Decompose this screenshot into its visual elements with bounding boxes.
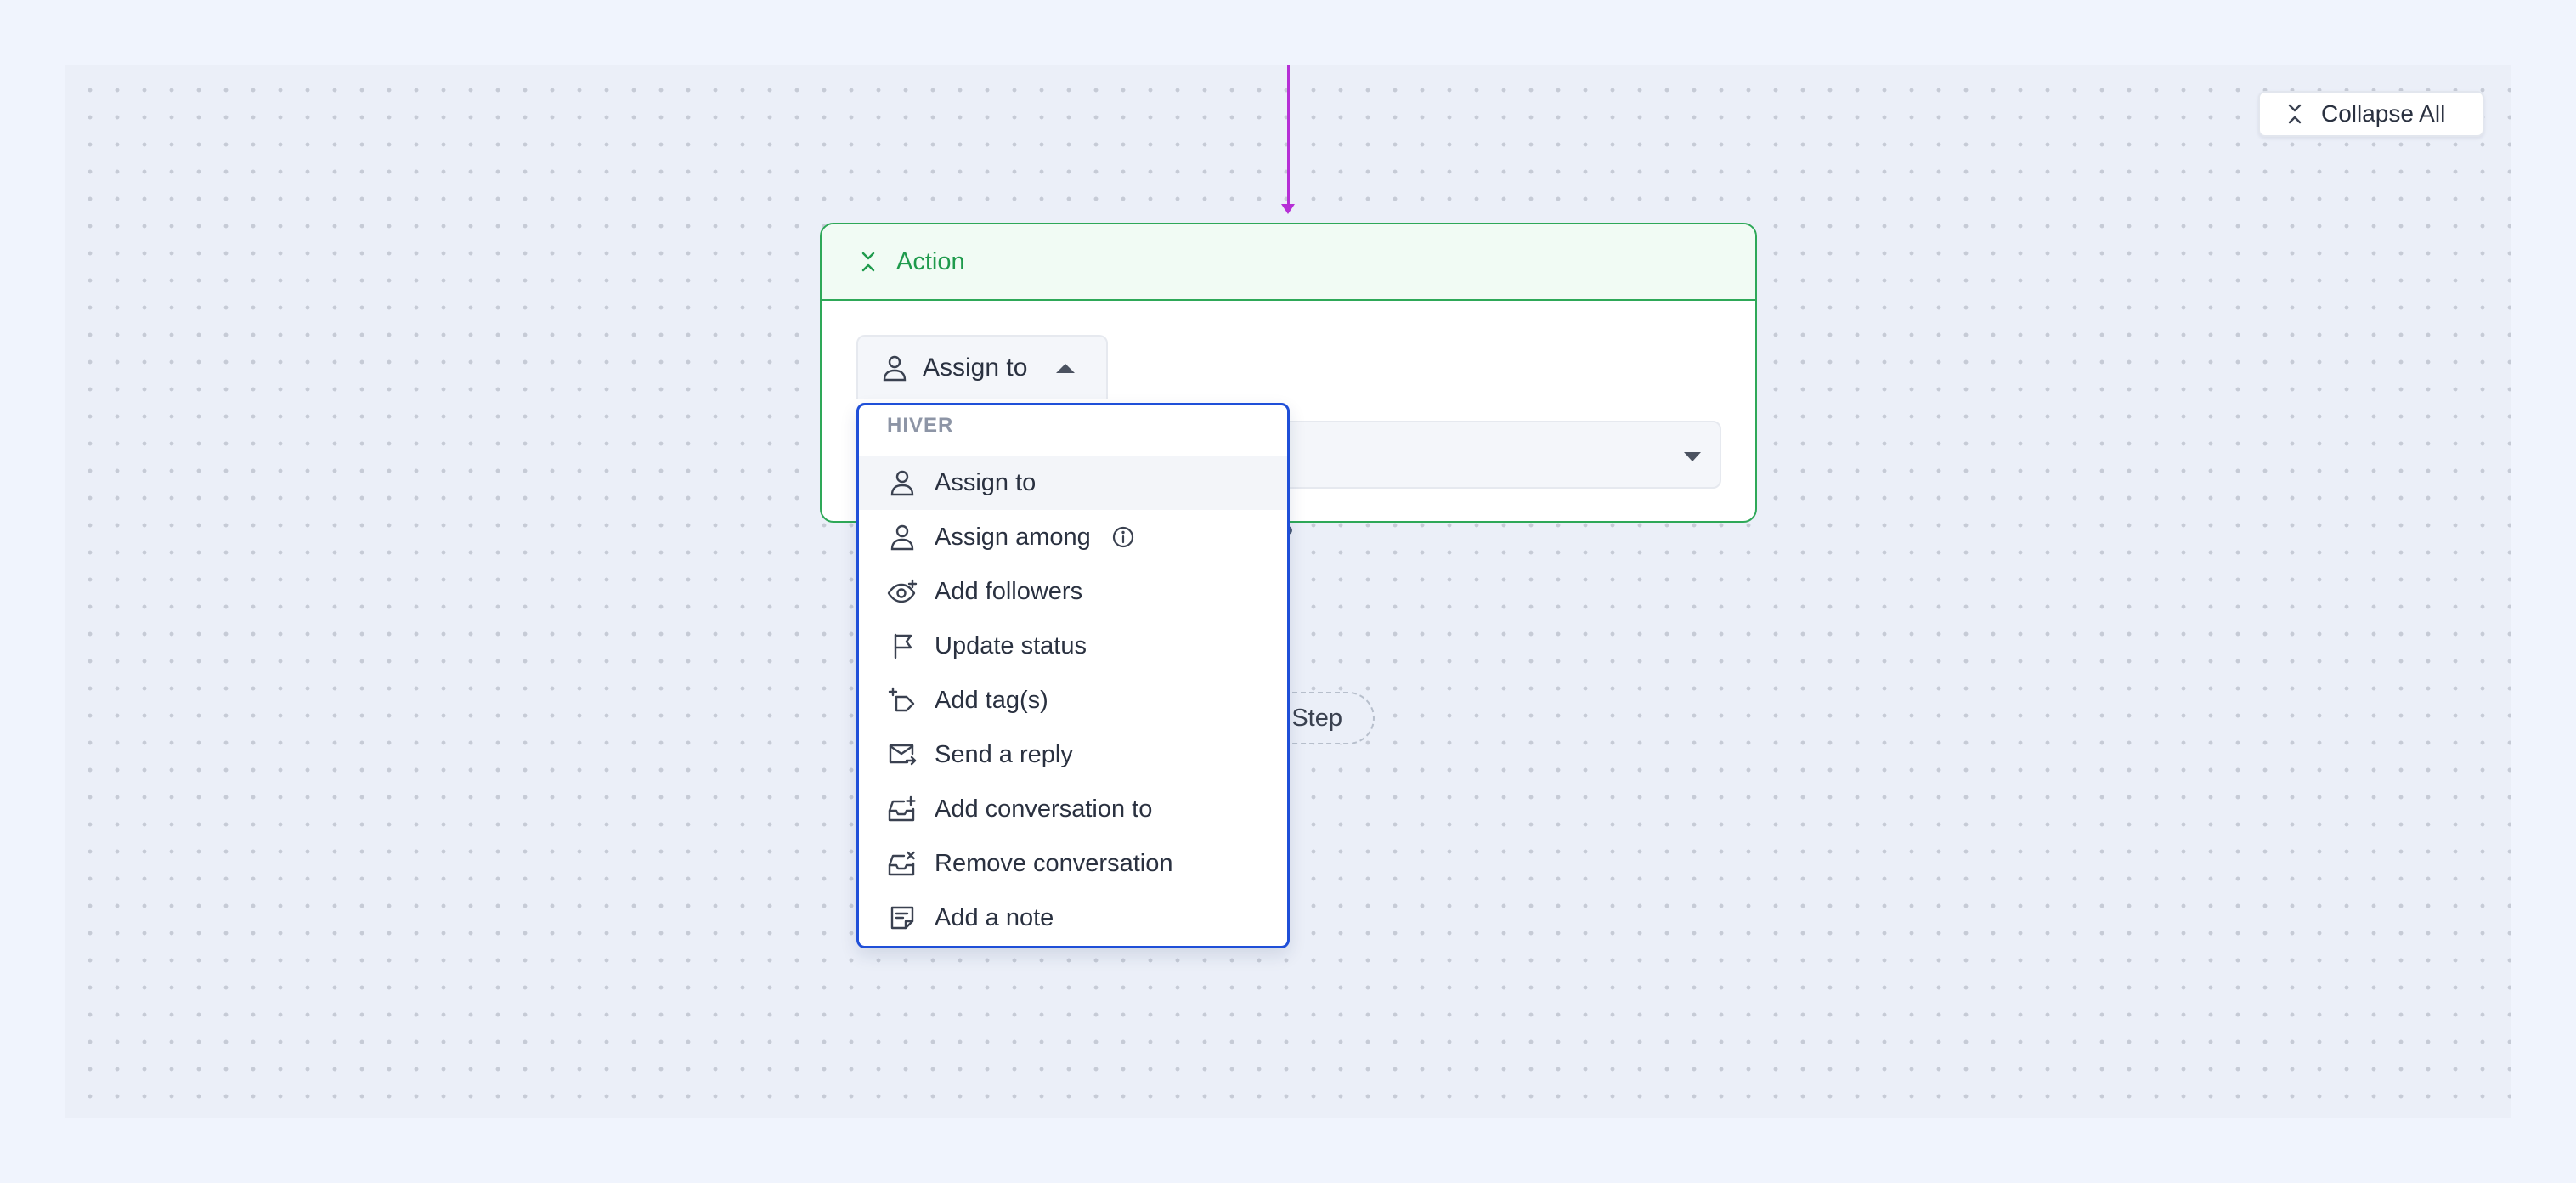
menu-item-update-status[interactable]: Update status — [859, 619, 1287, 673]
menu-item-label: Remove conversation — [935, 849, 1173, 877]
action-type-select[interactable]: Assign to — [856, 335, 1108, 399]
menu-item-add-tags[interactable]: Add tag(s) — [859, 673, 1287, 727]
menu-item-remove-conversation[interactable]: Remove conversation — [859, 836, 1287, 891]
info-icon[interactable] — [1111, 525, 1135, 549]
menu-item-assign-among[interactable]: Assign among — [859, 510, 1287, 564]
menu-item-label: Assign among — [935, 523, 1091, 551]
menu-item-label: Send a reply — [935, 740, 1073, 768]
collapse-all-button[interactable]: Collapse All — [2258, 91, 2484, 137]
menu-item-send-reply[interactable]: Send a reply — [859, 727, 1287, 782]
dropdown-group-label: HIVER — [887, 414, 954, 437]
collapse-all-label: Collapse All — [2321, 100, 2446, 127]
mail-send-icon — [887, 739, 918, 770]
menu-item-label: Add a note — [935, 903, 1054, 931]
menu-item-label: Add tag(s) — [935, 686, 1048, 714]
action-card-title: Action — [896, 247, 965, 275]
menu-item-label: Update status — [935, 631, 1087, 659]
user-icon — [887, 522, 918, 552]
connector-line — [1287, 65, 1290, 209]
inbox-remove-icon — [887, 848, 918, 879]
add-step-label: Step — [1291, 704, 1342, 732]
caret-down-icon — [1684, 452, 1701, 461]
menu-item-add-followers[interactable]: Add followers — [859, 564, 1287, 619]
action-type-dropdown: HIVER Assign to Assign among Add followe… — [856, 403, 1290, 948]
inbox-plus-icon — [887, 794, 918, 824]
collapse-icon[interactable] — [859, 251, 878, 273]
user-icon — [887, 467, 918, 498]
menu-item-label: Assign to — [935, 468, 1037, 496]
eye-plus-icon — [887, 576, 918, 607]
note-icon — [887, 903, 918, 933]
collapse-icon — [2285, 103, 2304, 125]
action-card-header[interactable]: Action — [822, 224, 1755, 301]
menu-item-label: Add followers — [935, 577, 1083, 605]
menu-item-add-note[interactable]: Add a note — [859, 891, 1287, 945]
caret-up-icon — [1056, 363, 1076, 373]
tag-plus-icon — [887, 685, 918, 716]
menu-item-label: Add conversation to — [935, 795, 1153, 823]
menu-item-assign-to[interactable]: Assign to — [859, 456, 1287, 510]
flag-icon — [887, 631, 918, 661]
menu-item-add-conversation-to[interactable]: Add conversation to — [859, 782, 1287, 836]
connector-arrow — [1281, 204, 1295, 214]
user-icon — [882, 354, 907, 382]
action-type-value: Assign to — [923, 354, 1028, 382]
